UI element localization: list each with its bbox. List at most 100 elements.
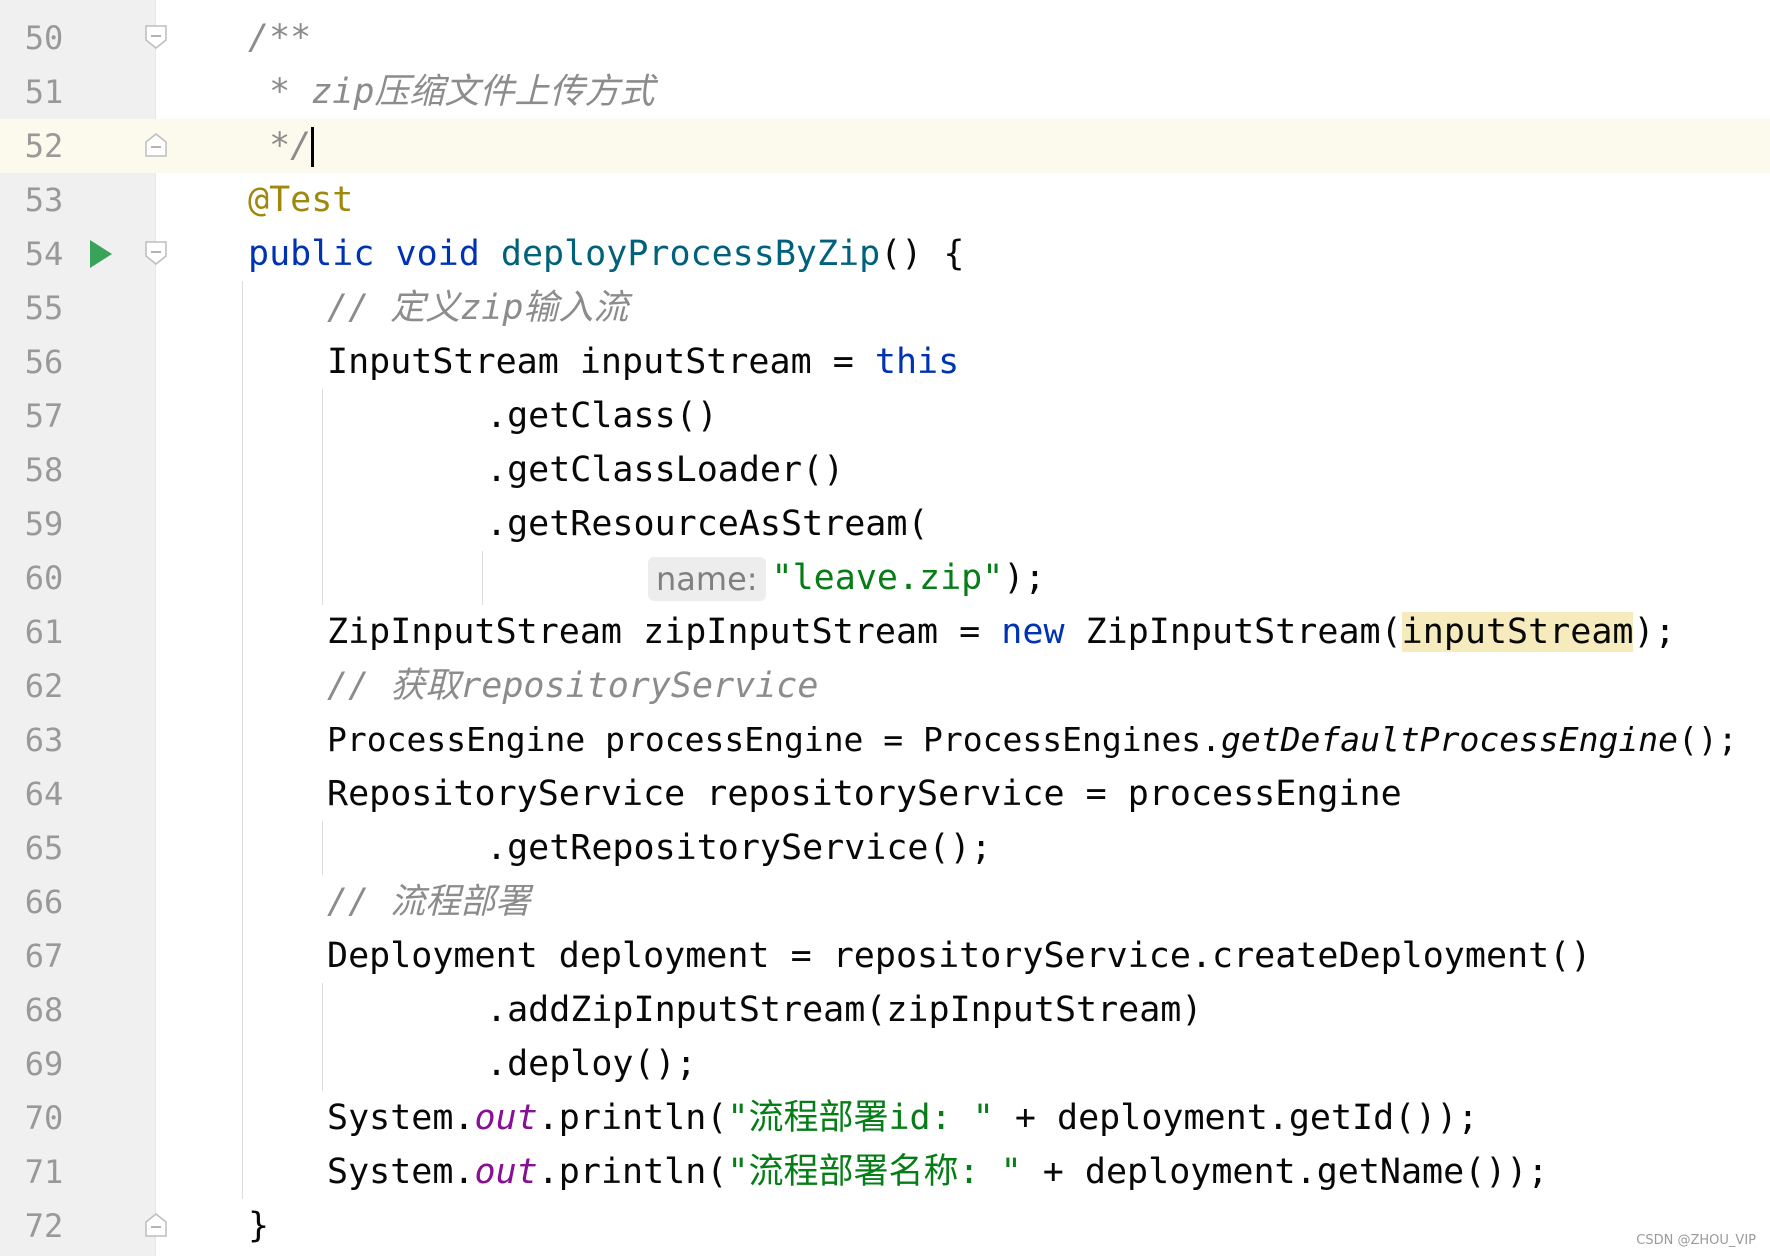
code-text: RepositoryService repositoryService = pr…	[327, 774, 1402, 814]
code-text: }	[248, 1206, 270, 1246]
line-number: 57	[24, 397, 64, 435]
code-line[interactable]: 53 @Test	[0, 173, 1770, 227]
code-line[interactable]: 66 // 流程部署	[0, 875, 1770, 929]
code-text: + deployment.getId());	[993, 1098, 1479, 1138]
indent-guide	[322, 821, 323, 875]
line-number: 67	[24, 937, 64, 975]
method-name: deployProcessByZip	[500, 234, 881, 274]
code-text: ();	[1678, 720, 1738, 759]
code-line[interactable]: 59 .getResourceAsStream(	[0, 497, 1770, 551]
text-caret	[311, 127, 315, 167]
keyword: this	[874, 342, 960, 382]
line-number: 68	[24, 991, 64, 1029]
code-editor[interactable]: 50 /** 51 * zip压缩文件上传方式 52 */ 53 @Test 5…	[0, 0, 1770, 1256]
code-comment: // 定义zip输入流	[327, 288, 629, 328]
line-number: 62	[24, 667, 64, 705]
parameter-hint: name:	[648, 557, 766, 601]
line-number: 59	[24, 505, 64, 543]
line-number: 72	[24, 1207, 64, 1245]
indent-guide	[482, 551, 483, 605]
code-text: );	[1003, 558, 1046, 598]
code-line[interactable]: 55 // 定义zip输入流	[0, 281, 1770, 335]
code-text: .getResourceAsStream(	[486, 504, 929, 544]
run-gutter-icon[interactable]	[90, 240, 112, 268]
highlighted-identifier: inputStream	[1401, 612, 1634, 652]
keyword: new	[1001, 612, 1065, 652]
code-text: @Test	[248, 180, 354, 220]
code-line[interactable]: 68 .addZipInputStream(zipInputStream)	[0, 983, 1770, 1037]
code-line[interactable]: 63 ProcessEngine processEngine = Process…	[0, 713, 1770, 767]
line-number: 51	[24, 73, 64, 111]
fold-icon[interactable]	[145, 241, 167, 265]
code-text: .getRepositoryService();	[486, 828, 992, 868]
keyword: void	[395, 234, 480, 274]
code-text: Deployment deployment = repositoryServic…	[327, 936, 1592, 976]
line-number: 54	[24, 235, 64, 273]
code-line[interactable]: 61 ZipInputStream zipInputStream = new Z…	[0, 605, 1770, 659]
code-line-current[interactable]: 52 */	[0, 119, 1770, 173]
string-literal: "流程部署id: "	[727, 1098, 994, 1138]
code-text: .getClassLoader()	[486, 450, 845, 490]
code-line[interactable]: 65 .getRepositoryService();	[0, 821, 1770, 875]
code-line[interactable]: 60 name: "leave.zip");	[0, 551, 1770, 605]
code-line[interactable]: 51 * zip压缩文件上传方式	[0, 65, 1770, 119]
code-text: System.	[327, 1152, 475, 1192]
keyword: public	[248, 234, 375, 274]
static-method-call: getDefaultProcessEngine	[1221, 720, 1679, 759]
code-comment: // 获取repositoryService	[327, 666, 819, 706]
code-text: .addZipInputStream(zipInputStream)	[486, 990, 1203, 1030]
code-line[interactable]: 54 public void deployProcessByZip() {	[0, 227, 1770, 281]
line-number: 61	[24, 613, 64, 651]
indent-guide	[322, 983, 323, 1091]
static-field: out	[474, 1098, 538, 1138]
code-line[interactable]: 69 .deploy();	[0, 1037, 1770, 1091]
code-text: */	[248, 126, 312, 166]
line-number: 66	[24, 883, 64, 921]
code-line[interactable]: 50 /**	[0, 11, 1770, 65]
code-text: ProcessEngine processEngine = ProcessEng…	[327, 720, 1222, 759]
code-text: /**	[248, 18, 312, 58]
code-line[interactable]: 56 InputStream inputStream = this	[0, 335, 1770, 389]
code-line[interactable]: 58 .getClassLoader()	[0, 443, 1770, 497]
line-number: 60	[24, 559, 64, 597]
line-number: 71	[24, 1153, 64, 1191]
code-text: * zip压缩文件上传方式	[248, 72, 655, 112]
code-text: ZipInputStream(	[1064, 612, 1402, 652]
static-field: out	[474, 1152, 538, 1192]
code-line[interactable]: 72 }	[0, 1199, 1770, 1253]
line-number: 63	[24, 721, 64, 759]
code-text: ZipInputStream zipInputStream =	[327, 612, 1002, 652]
code-text: System.	[327, 1098, 475, 1138]
line-number: 70	[24, 1099, 64, 1137]
line-number: 52	[24, 127, 64, 165]
code-line[interactable]: 62 // 获取repositoryService	[0, 659, 1770, 713]
code-line[interactable]: 64 RepositoryService repositoryService =…	[0, 767, 1770, 821]
line-number: 69	[24, 1045, 64, 1083]
line-number: 55	[24, 289, 64, 327]
code-line[interactable]: 57 .getClass()	[0, 389, 1770, 443]
code-line[interactable]: 67 Deployment deployment = repositorySer…	[0, 929, 1770, 983]
fold-end-icon[interactable]	[145, 133, 167, 157]
line-number: 50	[24, 19, 64, 57]
code-text: );	[1633, 612, 1676, 652]
code-line[interactable]: 70 System.out.println("流程部署id: " + deplo…	[0, 1091, 1770, 1145]
code-text: + deployment.getName());	[1021, 1152, 1549, 1192]
string-literal: "leave.zip"	[771, 558, 1004, 598]
fold-end-icon[interactable]	[145, 1213, 167, 1237]
line-number: 65	[24, 829, 64, 867]
code-text: .getClass()	[486, 396, 718, 436]
line-number: 56	[24, 343, 64, 381]
code-text: .deploy();	[486, 1044, 697, 1084]
code-line[interactable]: 71 System.out.println("流程部署名称: " + deplo…	[0, 1145, 1770, 1199]
code-text: .println(	[537, 1152, 728, 1192]
code-comment: // 流程部署	[327, 882, 531, 922]
line-number: 58	[24, 451, 64, 489]
watermark: CSDN @ZHOU_VIP	[1636, 1233, 1756, 1248]
fold-icon[interactable]	[145, 25, 167, 49]
line-number: 53	[24, 181, 64, 219]
code-text: () {	[880, 234, 965, 274]
indent-guide	[242, 281, 243, 1199]
code-text: InputStream inputStream =	[327, 342, 875, 382]
code-text: .println(	[537, 1098, 728, 1138]
line-number: 64	[24, 775, 64, 813]
